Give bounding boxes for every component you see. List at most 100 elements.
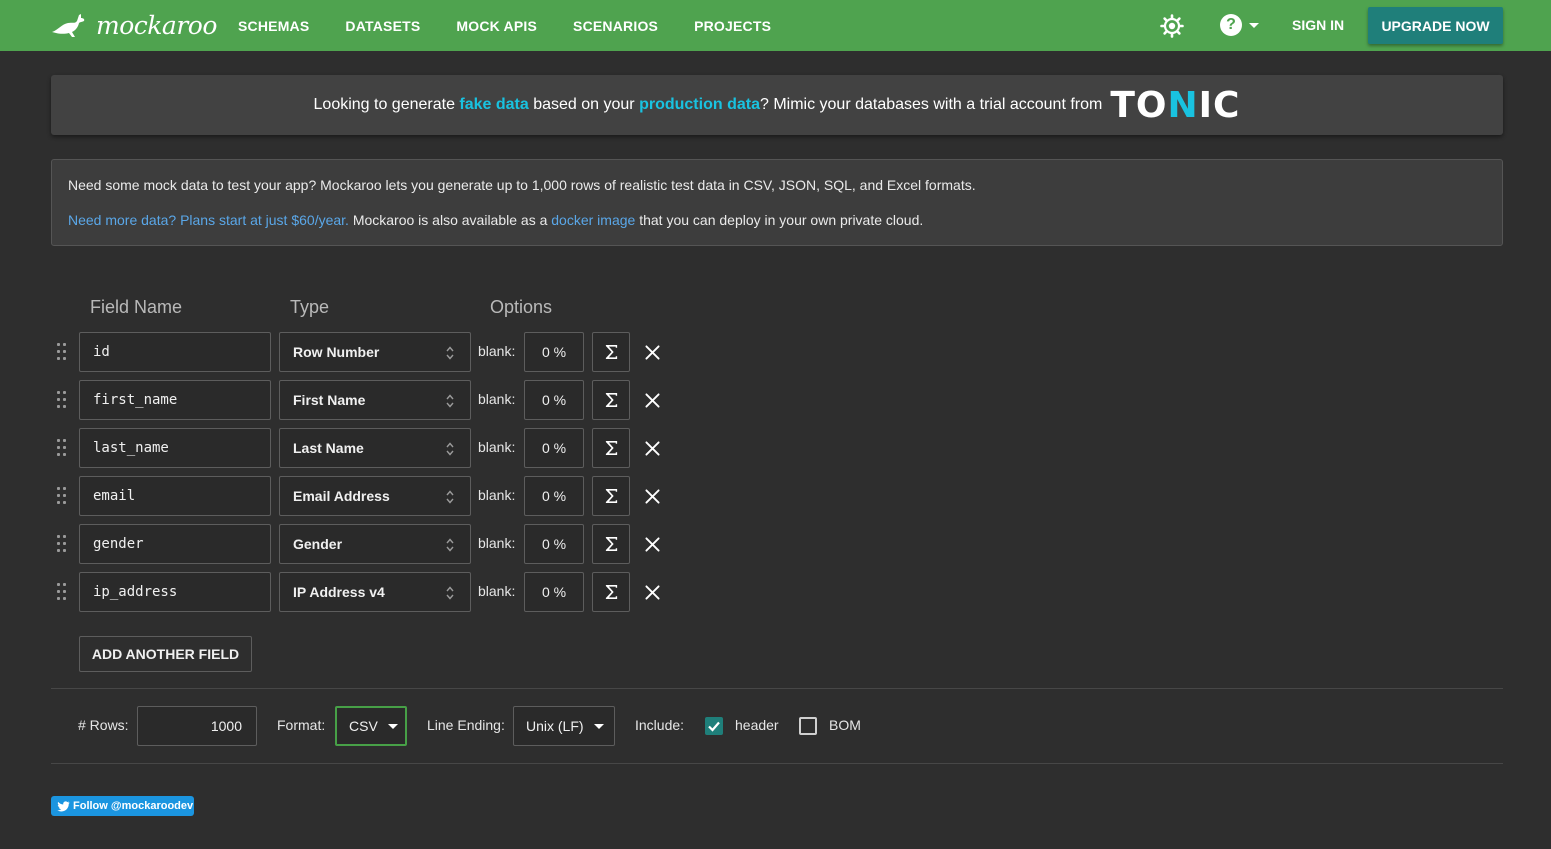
select-arrows-icon: [446, 490, 454, 504]
field-name-input[interactable]: [79, 428, 271, 468]
sign-in-link[interactable]: SIGN IN: [1292, 17, 1344, 33]
fake-data-link[interactable]: fake data: [459, 96, 528, 113]
formula-button[interactable]: [592, 380, 630, 420]
select-arrows-icon: [446, 346, 454, 360]
field-type-select[interactable]: Last Name: [279, 428, 471, 468]
close-icon: [644, 488, 660, 504]
bom-option-label: BOM: [829, 717, 861, 733]
mockaroo-logo[interactable]: mockaroo: [48, 9, 217, 41]
field-name-input[interactable]: [79, 476, 271, 516]
field-row: First Name blank: 0 %: [0, 380, 700, 420]
field-type-label: Email Address: [293, 488, 390, 504]
field-row: IP Address v4 blank: 0 %: [0, 572, 700, 612]
twitter-follow-button[interactable]: Follow @mockaroodev: [51, 796, 194, 816]
line-ending-select[interactable]: Unix (LF): [513, 706, 615, 746]
add-another-field-button[interactable]: ADD ANOTHER FIELD: [79, 636, 252, 672]
field-name-input[interactable]: [79, 572, 271, 612]
field-name-input[interactable]: [79, 380, 271, 420]
blank-label: blank:: [478, 439, 516, 455]
nav-mock-apis[interactable]: MOCK APIS: [456, 18, 537, 34]
field-type-select[interactable]: Row Number: [279, 332, 471, 372]
select-arrows-icon: [446, 442, 454, 456]
rows-input[interactable]: [137, 706, 257, 746]
blank-label: blank:: [478, 391, 516, 407]
drag-handle-icon[interactable]: [57, 487, 67, 505]
blank-percent-input[interactable]: 0 %: [524, 332, 584, 372]
blank-percent-input[interactable]: 0 %: [524, 476, 584, 516]
field-type-select[interactable]: Email Address: [279, 476, 471, 516]
production-data-link[interactable]: production data: [639, 96, 760, 113]
remove-field-button[interactable]: [642, 486, 662, 506]
remove-field-button[interactable]: [642, 390, 662, 410]
field-type-select[interactable]: Gender: [279, 524, 471, 564]
field-type-select[interactable]: First Name: [279, 380, 471, 420]
remove-field-button[interactable]: [642, 438, 662, 458]
formula-button[interactable]: [592, 572, 630, 612]
close-icon: [644, 440, 660, 456]
blank-percent-input[interactable]: 0 %: [524, 572, 584, 612]
drag-handle-icon[interactable]: [57, 343, 67, 361]
info-line-2: Need more data? Plans start at just $60/…: [68, 212, 1486, 229]
nav-scenarios[interactable]: SCENARIOS: [573, 18, 658, 34]
field-row: Last Name blank: 0 %: [0, 428, 700, 468]
format-select[interactable]: CSV: [335, 706, 407, 746]
nav-datasets[interactable]: DATASETS: [345, 18, 420, 34]
format-value: CSV: [349, 718, 378, 734]
nav-schemas[interactable]: SCHEMAS: [238, 18, 309, 34]
header-option-label: header: [735, 717, 779, 733]
brightness-icon[interactable]: [1160, 14, 1184, 38]
twitter-follow-label: Follow @mockaroodev: [73, 800, 194, 812]
blank-percent-input[interactable]: 0 %: [524, 380, 584, 420]
pricing-link[interactable]: Need more data? Plans start at just $60/…: [68, 212, 349, 228]
field-type-label: Row Number: [293, 344, 380, 360]
blank-label: blank:: [478, 583, 516, 599]
format-label: Format:: [277, 717, 326, 733]
kangaroo-logo-icon: [52, 14, 85, 37]
drag-handle-icon[interactable]: [57, 583, 67, 601]
help-menu[interactable]: ?: [1220, 14, 1259, 36]
divider: [51, 688, 1503, 689]
info-text: that you can deploy in your own private …: [635, 212, 924, 228]
header-checkbox[interactable]: [705, 717, 723, 735]
remove-field-button[interactable]: [642, 582, 662, 602]
info-box: Need some mock data to test your app? Mo…: [51, 159, 1503, 246]
banner-text-part: based on your: [528, 96, 640, 113]
remove-field-button[interactable]: [642, 534, 662, 554]
sigma-icon: [605, 392, 617, 408]
field-name-input[interactable]: [79, 524, 271, 564]
banner-text: Looking to generate fake data based on y…: [314, 96, 1103, 114]
chevron-down-icon: [387, 723, 398, 729]
formula-button[interactable]: [592, 428, 630, 468]
divider: [51, 763, 1503, 764]
blank-percent-input[interactable]: 0 %: [524, 524, 584, 564]
formula-button[interactable]: [592, 524, 630, 564]
drag-handle-icon[interactable]: [57, 439, 67, 457]
include-label: Include:: [635, 717, 685, 733]
upgrade-now-button[interactable]: UPGRADE NOW: [1368, 7, 1503, 44]
drag-handle-icon[interactable]: [57, 535, 67, 553]
options-header: Options: [490, 297, 553, 317]
field-name-header: Field Name: [90, 297, 183, 317]
docker-image-link[interactable]: docker image: [551, 212, 635, 228]
close-icon: [644, 536, 660, 552]
field-name-input[interactable]: [79, 332, 271, 372]
formula-button[interactable]: [592, 332, 630, 372]
check-icon: [708, 721, 720, 732]
type-header: Type: [290, 297, 330, 317]
chevron-down-icon: [593, 723, 604, 729]
tonic-logo[interactable]: TO N IC: [1110, 85, 1240, 126]
formula-button[interactable]: [592, 476, 630, 516]
tonic-banner: Looking to generate fake data based on y…: [51, 75, 1503, 135]
nav-projects[interactable]: PROJECTS: [694, 18, 771, 34]
select-arrows-icon: [446, 586, 454, 600]
field-type-select[interactable]: IP Address v4: [279, 572, 471, 612]
remove-field-button[interactable]: [642, 342, 662, 362]
logo-text: mockaroo: [96, 10, 217, 40]
help-icon: ?: [1220, 14, 1242, 36]
blank-percent-input[interactable]: 0 %: [524, 428, 584, 468]
banner-text-part: Looking to generate: [313, 96, 460, 113]
line-ending-label: Line Ending:: [427, 717, 505, 733]
bom-checkbox[interactable]: [799, 717, 817, 735]
twitter-bird-icon: [57, 800, 70, 811]
drag-handle-icon[interactable]: [57, 391, 67, 409]
